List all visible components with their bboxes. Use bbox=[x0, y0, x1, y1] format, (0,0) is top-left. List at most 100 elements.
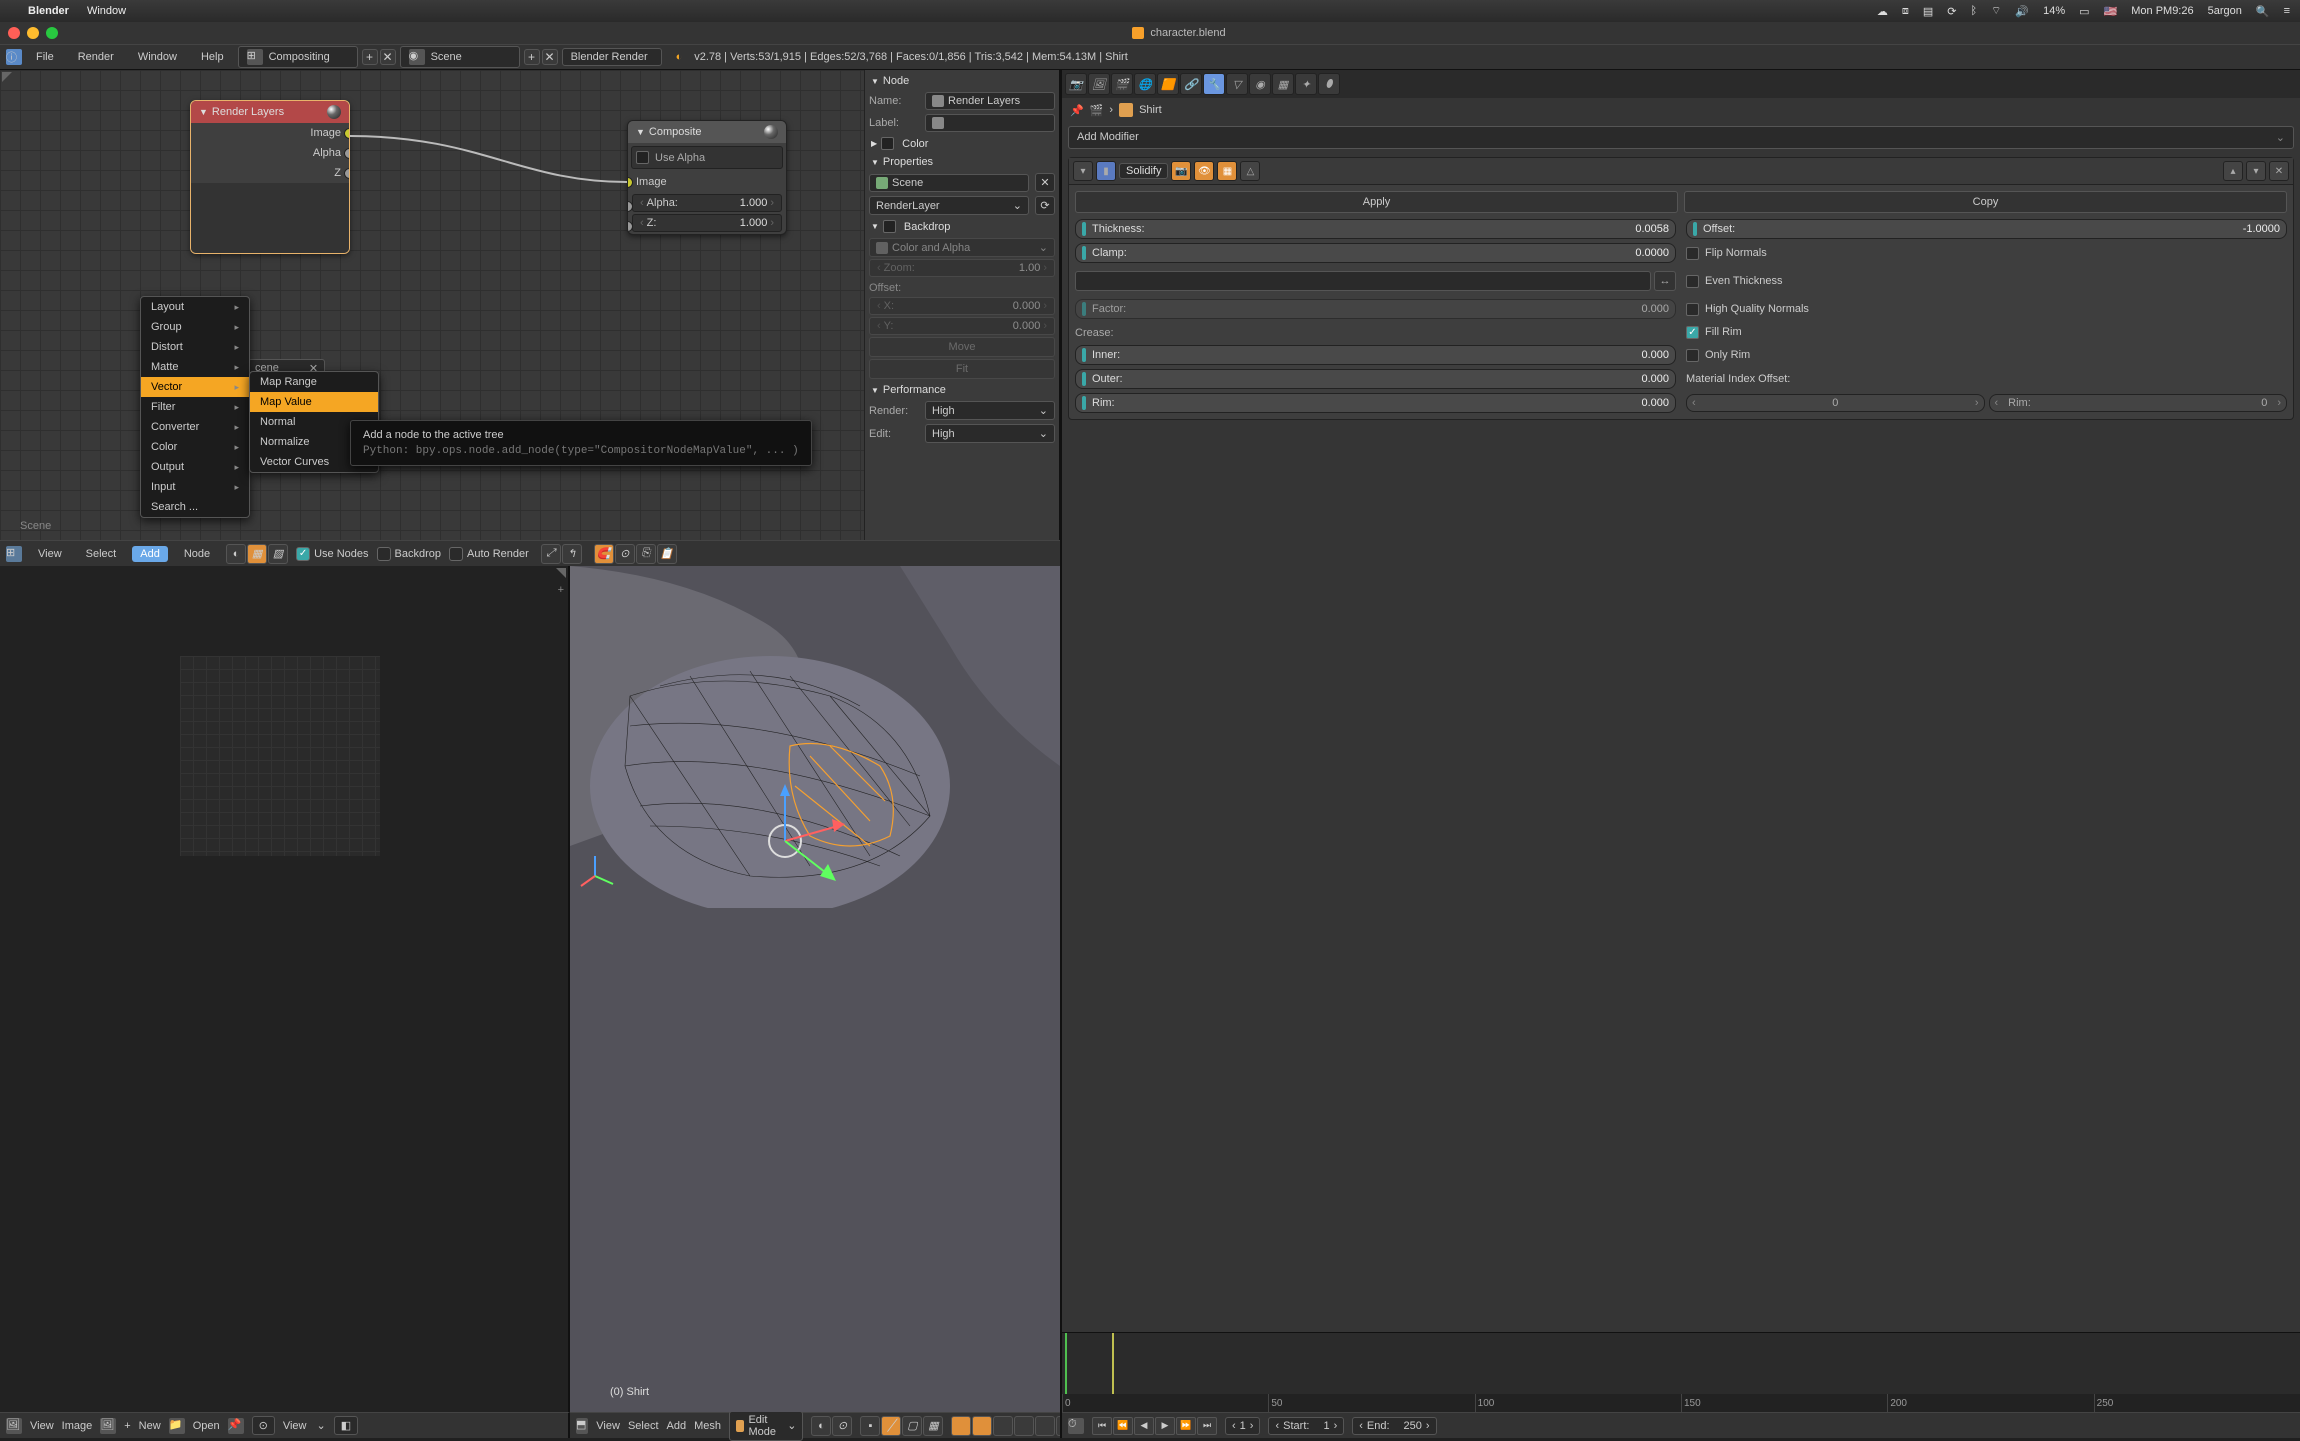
alpha-field[interactable]: ‹Alpha:1.000› bbox=[632, 194, 782, 212]
edit-quality-dropdown[interactable]: High⌄ bbox=[925, 424, 1055, 443]
dropbox-icon[interactable]: ⧈ bbox=[1902, 5, 1909, 18]
menu-icon[interactable]: ≡ bbox=[2284, 5, 2290, 17]
section-performance[interactable]: ▼Performance bbox=[869, 381, 1055, 399]
editor-type-icon[interactable]: ⬒ bbox=[576, 1418, 588, 1434]
add-scene-button[interactable]: + bbox=[524, 49, 540, 65]
menu-mesh[interactable]: Mesh bbox=[694, 1420, 721, 1432]
spotlight-icon[interactable]: 🔍 bbox=[2256, 5, 2270, 18]
play-button[interactable]: ▶ bbox=[1155, 1417, 1175, 1435]
editor-type-icon[interactable]: 🖼 bbox=[6, 1418, 22, 1434]
node-header[interactable]: ▼ Composite bbox=[628, 121, 786, 143]
menu-layout[interactable]: Layout▸ bbox=[141, 297, 249, 317]
delete-scene-button[interactable]: ✕ bbox=[542, 49, 558, 65]
node-editor[interactable]: ▼ Render Layers Image Alpha Z ▼ Composit… bbox=[0, 70, 1060, 540]
jump-start-button[interactable]: ⏮ bbox=[1092, 1417, 1112, 1435]
scene-field[interactable]: Scene bbox=[869, 174, 1029, 192]
node-header[interactable]: ▼ Render Layers bbox=[191, 101, 349, 123]
section-properties[interactable]: ▼Properties bbox=[869, 153, 1055, 171]
delete-modifier-button[interactable]: ✕ bbox=[2269, 161, 2289, 181]
current-frame-marker[interactable] bbox=[1065, 1333, 1067, 1394]
layer-1[interactable] bbox=[951, 1416, 971, 1436]
minimize-window-button[interactable] bbox=[27, 27, 39, 39]
menu-view[interactable]: View bbox=[596, 1420, 620, 1432]
menu-file[interactable]: File bbox=[26, 48, 64, 66]
menu-add[interactable]: Add bbox=[667, 1420, 687, 1432]
section-node[interactable]: ▼Node bbox=[869, 72, 1055, 90]
checkbox-icon[interactable] bbox=[881, 137, 894, 150]
inner-field[interactable]: Inner:0.000 bbox=[1075, 345, 1676, 365]
pin-icon[interactable]: 📌 bbox=[1070, 104, 1084, 117]
backdrop-checkbox[interactable]: Backdrop bbox=[377, 547, 441, 561]
socket-image-in[interactable] bbox=[627, 177, 633, 188]
menu-view[interactable]: View bbox=[30, 546, 70, 562]
jump-end-button[interactable]: ⏭ bbox=[1197, 1417, 1217, 1435]
tab-scene[interactable]: 🎬 bbox=[1111, 73, 1133, 95]
clock[interactable]: Mon PM9:26 bbox=[2131, 5, 2193, 17]
menu-select[interactable]: Select bbox=[78, 546, 125, 562]
move-up-button[interactable]: ▴ bbox=[2223, 161, 2243, 181]
copy-button[interactable]: Copy bbox=[1684, 191, 2287, 213]
uv-image-editor[interactable]: + bbox=[0, 566, 570, 1412]
menu-converter[interactable]: Converter▸ bbox=[141, 417, 249, 437]
menu-vector[interactable]: Vector▸ bbox=[141, 377, 249, 397]
preview-icon[interactable] bbox=[327, 105, 341, 119]
menu-search[interactable]: Search ... bbox=[141, 497, 249, 517]
hq-normals-checkbox[interactable]: High Quality Normals bbox=[1686, 299, 2287, 319]
layer-4[interactable] bbox=[1014, 1416, 1034, 1436]
user-name[interactable]: 5argon bbox=[2208, 5, 2242, 17]
fill-rim-checkbox[interactable]: Fill Rim bbox=[1686, 323, 2287, 341]
snap-button[interactable]: 🧲 bbox=[594, 544, 614, 564]
layer-5[interactable] bbox=[1035, 1416, 1055, 1436]
3d-view[interactable]: + User Persp (0) Shirt bbox=[570, 566, 1060, 1412]
color-alpha-dropdown[interactable]: Color and Alpha⌄ bbox=[869, 238, 1055, 257]
unlink-button[interactable]: ✕ bbox=[1035, 173, 1055, 192]
snap-type-button[interactable]: ⊙ bbox=[615, 544, 635, 564]
y-field[interactable]: ‹Y:0.000› bbox=[869, 317, 1055, 335]
menu-image[interactable]: Image bbox=[62, 1420, 93, 1432]
socket-image[interactable] bbox=[344, 128, 350, 139]
zoom-field[interactable]: ‹Zoom:1.00› bbox=[869, 259, 1055, 277]
menu-window[interactable]: Window bbox=[87, 5, 126, 17]
checkbox-icon[interactable] bbox=[883, 220, 896, 233]
object-name[interactable]: Shirt bbox=[1139, 104, 1162, 116]
plus-icon[interactable]: + bbox=[558, 584, 564, 596]
texture-tree-button[interactable]: ▨ bbox=[268, 544, 288, 564]
render-engine-dropdown[interactable]: Blender Render bbox=[562, 48, 662, 66]
x-field[interactable]: ‹X:0.000› bbox=[869, 297, 1055, 315]
plus-icon[interactable]: + bbox=[124, 1420, 130, 1432]
menu-view[interactable]: View bbox=[30, 1420, 54, 1432]
offset-field[interactable]: Offset:-1.0000 bbox=[1686, 219, 2287, 239]
use-alpha-checkbox[interactable]: Use Alpha bbox=[631, 146, 783, 169]
current-frame-field[interactable]: ‹1› bbox=[1225, 1417, 1260, 1435]
play-reverse-button[interactable]: ◀ bbox=[1134, 1417, 1154, 1435]
scene-icon[interactable]: 🎬 bbox=[1090, 104, 1104, 117]
tab-texture[interactable]: ▦ bbox=[1272, 73, 1294, 95]
bluetooth-icon[interactable]: ᛒ bbox=[1970, 5, 1977, 17]
pin-icon[interactable]: ⤢ bbox=[541, 544, 561, 564]
face-select-icon[interactable]: ▢ bbox=[902, 1416, 922, 1436]
editor-type-icon[interactable]: ⊞ bbox=[6, 546, 22, 562]
menu-input[interactable]: Input▸ bbox=[141, 477, 249, 497]
zoom-window-button[interactable] bbox=[46, 27, 58, 39]
object-icon[interactable] bbox=[1119, 103, 1133, 117]
move-button[interactable]: Move bbox=[869, 337, 1055, 357]
menu-render[interactable]: Render bbox=[68, 48, 124, 66]
editor-type-icon[interactable]: ⏱ bbox=[1068, 1418, 1084, 1434]
outer-field[interactable]: Outer:0.000 bbox=[1075, 369, 1676, 389]
area-splitter[interactable] bbox=[2, 72, 12, 82]
battery-percent[interactable]: 14% bbox=[2043, 5, 2065, 17]
add-layout-button[interactable]: + bbox=[362, 49, 378, 65]
edge-select-icon[interactable]: ╱ bbox=[881, 1416, 901, 1436]
composite-node[interactable]: ▼ Composite Use Alpha Image ‹Alpha:1.000… bbox=[627, 120, 787, 235]
start-frame-field[interactable]: ‹Start:1› bbox=[1268, 1417, 1344, 1435]
menu-distort[interactable]: Distort▸ bbox=[141, 337, 249, 357]
area-splitter[interactable] bbox=[556, 568, 566, 578]
menu-output[interactable]: Output▸ bbox=[141, 457, 249, 477]
flag-icon[interactable]: 🇺🇸 bbox=[2104, 5, 2118, 18]
menu-select[interactable]: Select bbox=[628, 1420, 659, 1432]
tab-constraints[interactable]: 🔗 bbox=[1180, 73, 1202, 95]
go-parent-icon[interactable]: ↰ bbox=[562, 544, 582, 564]
submenu-map-value[interactable]: Map Value bbox=[250, 392, 378, 412]
pin-icon[interactable]: 📌 bbox=[228, 1418, 244, 1434]
paste-button[interactable]: 📋 bbox=[657, 544, 677, 564]
